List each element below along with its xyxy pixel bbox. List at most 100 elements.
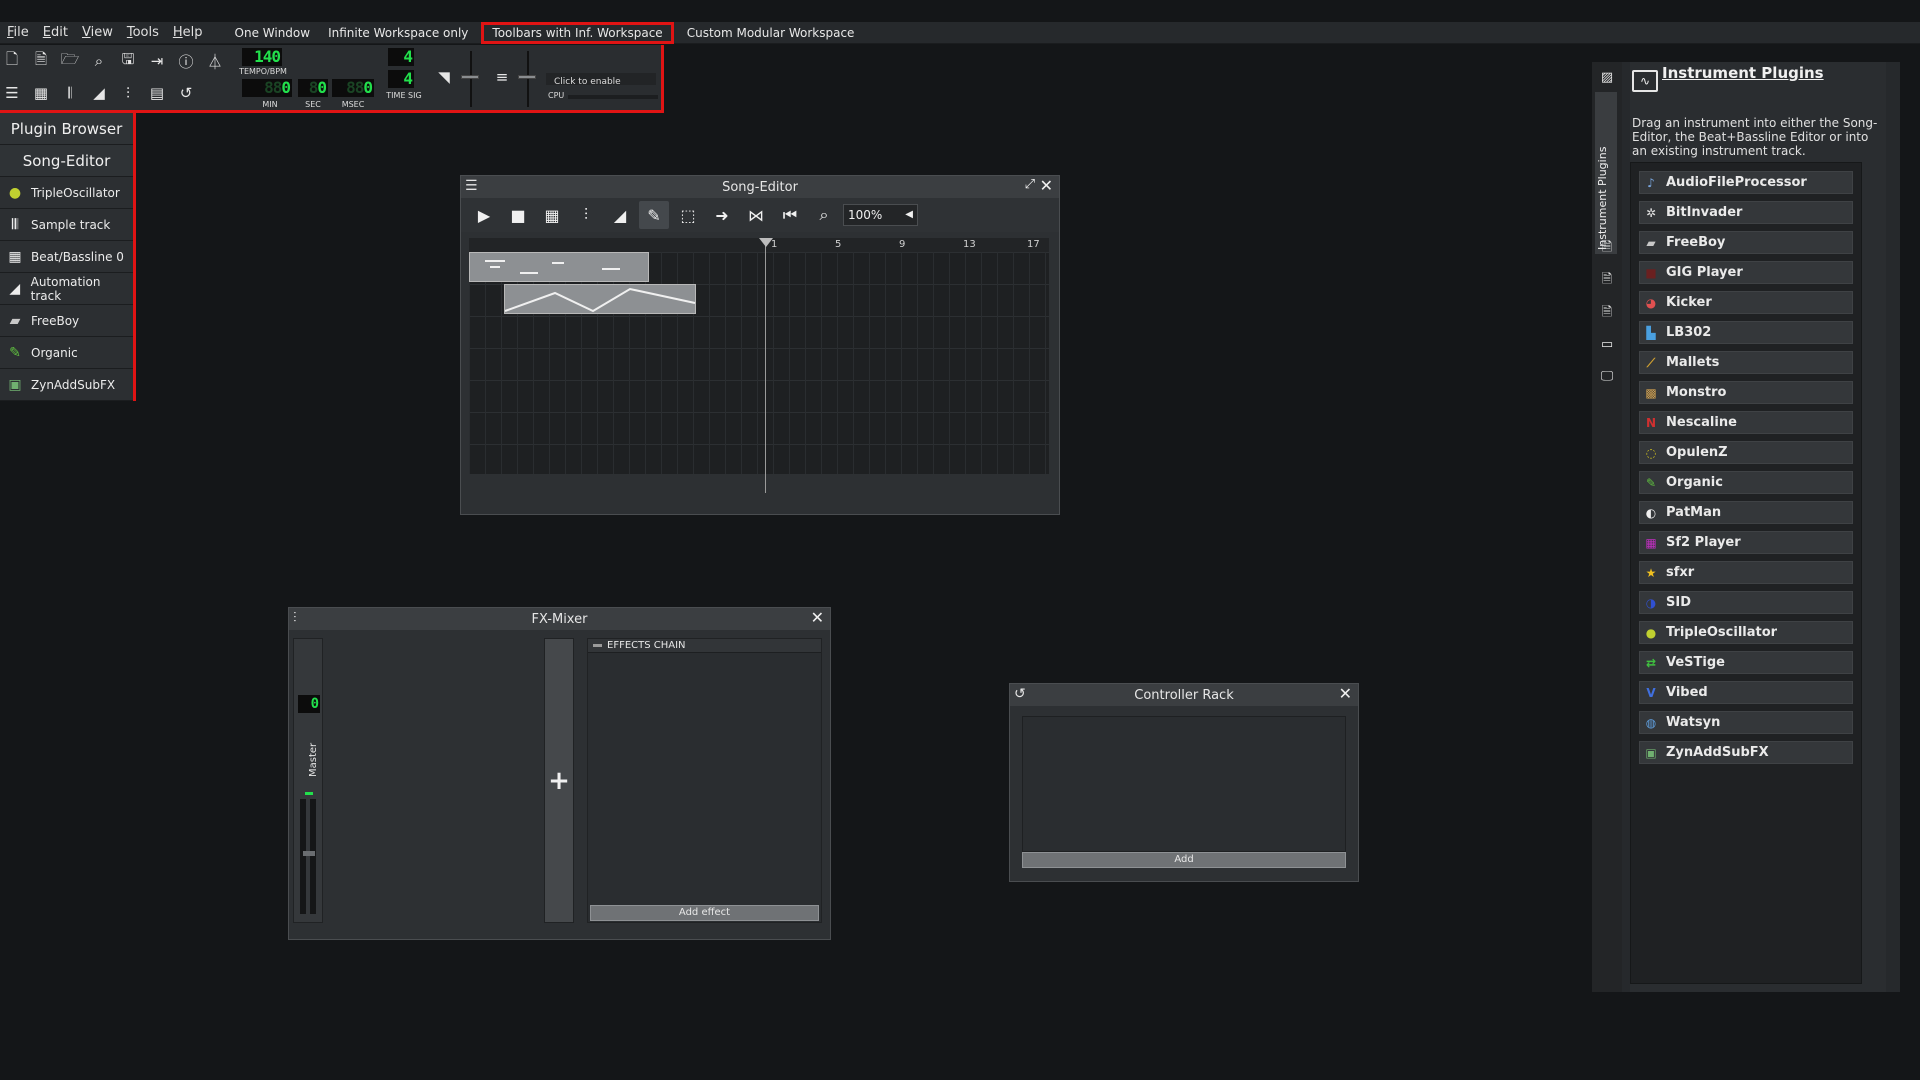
timesig-denominator-lcd[interactable]: 4: [388, 70, 414, 88]
master-volume-track: [470, 51, 472, 107]
mode-custom-modular[interactable]: Custom Modular Workspace: [678, 22, 864, 44]
track-organic[interactable]: ✎ Organic: [0, 337, 133, 369]
plugin-item-gig-player[interactable]: ■ GIG Player: [1639, 261, 1853, 284]
whats-this-icon[interactable]: ⓘ: [174, 49, 198, 73]
song-editor-button[interactable]: Song-Editor: [0, 145, 133, 177]
add-sample-track-icon[interactable]: ⫶: [571, 201, 601, 229]
maximize-icon[interactable]: ⤢: [1025, 177, 1035, 192]
controller-rack-title: Controller Rack: [1134, 687, 1234, 703]
add-beat-bassline-icon[interactable]: ▦: [537, 201, 567, 229]
plugin-item-vestige[interactable]: ⇄ VeSTige: [1639, 651, 1853, 674]
plugin-name: VeSTige: [1666, 655, 1725, 670]
track-grid[interactable]: [469, 252, 1049, 474]
mode-one-window[interactable]: One Window: [226, 22, 320, 44]
plugin-item-watsyn[interactable]: ◍ Watsyn: [1639, 711, 1853, 734]
controller-rack-toggle-icon[interactable]: ↺: [174, 81, 198, 105]
save-project-icon[interactable]: 🖫: [116, 49, 140, 73]
plugin-item-organic[interactable]: ✎ Organic: [1639, 471, 1853, 494]
controller-rack-titlebar[interactable]: ↺ Controller Rack ✕: [1010, 684, 1358, 706]
plugin-item-sfxr[interactable]: ★ sfxr: [1639, 561, 1853, 584]
add-controller-button[interactable]: Add: [1022, 852, 1346, 868]
pattern-clip[interactable]: [469, 252, 649, 282]
plugin-item-lb302[interactable]: ▙ LB302: [1639, 321, 1853, 344]
metronome-icon[interactable]: ⏃: [203, 49, 227, 73]
auto-scroll-icon[interactable]: ➜: [707, 201, 737, 229]
instrument-plugins-tab-icon[interactable]: ▨: [1598, 70, 1616, 88]
playhead-marker[interactable]: [759, 238, 773, 247]
new-from-template-icon[interactable]: 🗎: [29, 49, 53, 73]
fx-mixer-titlebar[interactable]: ⫶ FX-Mixer ✕: [289, 608, 830, 630]
plugin-item-sid[interactable]: ◑ SID: [1639, 591, 1853, 614]
plugin-name: SID: [1666, 595, 1691, 610]
plugin-item-opulenz[interactable]: ◌ OpulenZ: [1639, 441, 1853, 464]
add-channel-button[interactable]: +: [544, 638, 574, 923]
zoom-select[interactable]: 100% ◀: [843, 204, 918, 226]
timesig-numerator-lcd[interactable]: 4: [388, 48, 414, 66]
close-icon[interactable]: ✕: [1040, 176, 1053, 195]
automation-clip[interactable]: [504, 284, 696, 314]
effects-chain-header[interactable]: EFFECTS CHAIN: [588, 639, 821, 653]
menu-file[interactable]: File: [0, 22, 36, 44]
play-icon[interactable]: ▶: [469, 201, 499, 229]
track-zynaddsubfx[interactable]: ▣ ZynAddSubFX: [0, 369, 133, 401]
plugin-item-tripleoscillator[interactable]: ● TripleOscillator: [1639, 621, 1853, 644]
add-automation-track-icon[interactable]: ◢: [605, 201, 635, 229]
track-freeboy[interactable]: ▰ FreeBoy: [0, 305, 133, 337]
loop-points-icon[interactable]: ⋈: [741, 201, 771, 229]
plugin-item-audiofileprocessor[interactable]: ♪ AudioFileProcessor: [1639, 171, 1853, 194]
mode-infinite-workspace[interactable]: Infinite Workspace only: [319, 22, 477, 44]
automation-editor-toggle-icon[interactable]: ◢: [87, 81, 111, 105]
song-editor-titlebar[interactable]: ☰ Song-Editor ⤢ ✕: [461, 176, 1059, 198]
close-icon[interactable]: ✕: [811, 608, 824, 627]
track-beat-bassline[interactable]: ▦ Beat/Bassline 0: [0, 241, 133, 273]
open-project-icon[interactable]: 🗁: [58, 49, 82, 73]
menu-help[interactable]: Help: [166, 22, 210, 44]
new-project-icon[interactable]: 🗋: [0, 49, 24, 73]
my-projects-tab-icon[interactable]: 🗎: [1598, 238, 1616, 256]
mode-toolbars-inf-workspace[interactable]: Toolbars with Inf. Workspace: [481, 21, 674, 44]
menu-view[interactable]: View: [75, 22, 120, 44]
song-editor-toggle-icon[interactable]: ☰: [0, 81, 24, 105]
draw-mode-icon[interactable]: ✎: [639, 201, 669, 229]
stop-behaviour-icon[interactable]: ⏮: [775, 201, 805, 229]
track-triple-oscillator[interactable]: ● TripleOscillator: [0, 177, 133, 209]
plugin-item-mallets[interactable]: ⟋ Mallets: [1639, 351, 1853, 374]
master-volume-slider[interactable]: [461, 75, 479, 79]
plugin-browser-button[interactable]: Plugin Browser: [0, 113, 133, 145]
project-notes-toggle-icon[interactable]: ▤: [145, 81, 169, 105]
plugin-item-patman[interactable]: ◐ PatMan: [1639, 501, 1853, 524]
plugin-item-kicker[interactable]: ◕ Kicker: [1639, 291, 1853, 314]
plugin-item-nescaline[interactable]: N Nescaline: [1639, 411, 1853, 434]
add-effect-button[interactable]: Add effect: [590, 905, 819, 921]
edit-mode-icon[interactable]: ⬚: [673, 201, 703, 229]
left-sidebar: Plugin Browser Song-Editor ● TripleOscil…: [0, 113, 136, 401]
home-tab-icon[interactable]: ▭: [1598, 337, 1616, 355]
plugin-item-sf2-player[interactable]: ▦ Sf2 Player: [1639, 531, 1853, 554]
beat-bassline-toggle-icon[interactable]: ▦: [29, 81, 53, 105]
my-samples-tab-icon[interactable]: 🗎: [1598, 270, 1616, 288]
close-icon[interactable]: ✕: [1339, 684, 1352, 703]
toggle-icon[interactable]: [593, 643, 602, 647]
plugin-item-monstro[interactable]: ▩ Monstro: [1639, 381, 1853, 404]
piano-roll-toggle-icon[interactable]: 𝄃: [58, 81, 82, 105]
recent-projects-icon[interactable]: ⌕: [87, 49, 111, 73]
plugin-item-bitinvader[interactable]: ✲ BitInvader: [1639, 201, 1853, 224]
plugin-item-vibed[interactable]: V Vibed: [1639, 681, 1853, 704]
export-project-icon[interactable]: ⇥: [145, 49, 169, 73]
tempo-lcd[interactable]: 140: [242, 48, 282, 66]
fx-mixer-window: ⫶ FX-Mixer ✕ 0 Master + EFFECTS CHAIN Ad…: [288, 607, 831, 940]
msec-lcd: 880: [332, 79, 374, 97]
stop-icon[interactable]: ■: [503, 201, 533, 229]
plugin-item-zynaddsubfx[interactable]: ▣ ZynAddSubFX: [1639, 741, 1853, 764]
my-presets-tab-icon[interactable]: 🗎: [1598, 303, 1616, 321]
fx-mixer-toggle-icon[interactable]: ⫶: [116, 81, 140, 105]
master-pitch-slider[interactable]: [518, 75, 536, 79]
root-directory-tab-icon[interactable]: 🖵: [1598, 369, 1616, 387]
track-sample[interactable]: 𝄃𝄃 Sample track: [0, 209, 133, 241]
plugin-item-freeboy[interactable]: ▰ FreeBoy: [1639, 231, 1853, 254]
master-channel[interactable]: 0 Master: [293, 638, 323, 923]
track-automation[interactable]: ◢ Automation track: [0, 273, 133, 305]
menu-edit[interactable]: Edit: [36, 22, 75, 44]
menu-tools[interactable]: Tools: [120, 22, 166, 44]
master-fader[interactable]: [303, 851, 315, 856]
